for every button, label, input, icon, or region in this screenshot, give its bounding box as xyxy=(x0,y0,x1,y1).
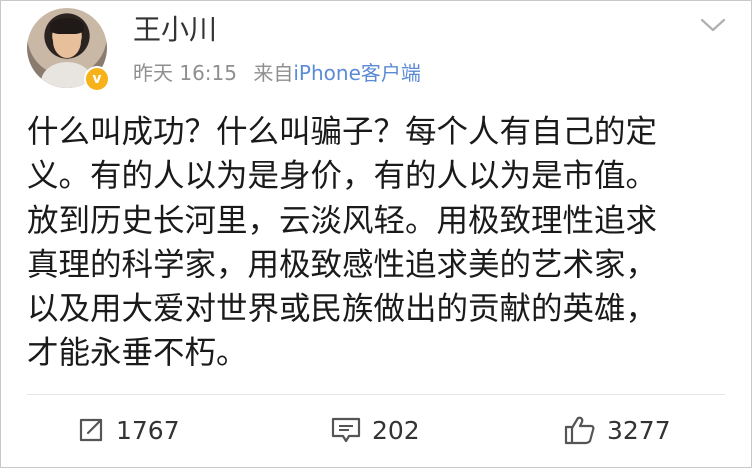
verified-badge-icon: v xyxy=(84,66,110,92)
repost-button[interactable]: 1767 xyxy=(76,410,180,450)
content-line: 义。有的人以为是身价，有的人以为是市值。 xyxy=(27,158,658,195)
author-name[interactable]: 王小川 xyxy=(133,12,217,48)
thumbs-up-icon xyxy=(564,416,595,445)
post-content: 什么叫成功？什么叫骗子？每个人有自己的定 义。有的人以为是身价，有的人以为是市值… xyxy=(27,110,727,376)
comment-icon xyxy=(331,417,361,443)
chevron-down-icon[interactable] xyxy=(700,16,726,34)
content-line: 真理的科学家，用极致感性追求美的艺术家， xyxy=(27,246,658,283)
like-button[interactable]: 3277 xyxy=(563,410,671,450)
content-line: 放到历史长河里，云淡风轻。用极致理性追求 xyxy=(27,202,658,239)
repost-count: 1767 xyxy=(116,415,180,445)
post-meta: 昨天 16:15 来自iPhone客户端 xyxy=(133,60,421,86)
like-count: 3277 xyxy=(607,415,671,445)
divider xyxy=(27,394,725,395)
source-prefix: 来自 xyxy=(253,61,294,85)
post-time: 昨天 16:15 xyxy=(133,61,237,85)
content-line: 才能永垂不朽。 xyxy=(27,335,248,372)
comment-button[interactable]: 202 xyxy=(330,410,420,450)
comment-count: 202 xyxy=(372,415,420,445)
content-line: 以及用大爱对世界或民族做出的贡献的英雄， xyxy=(27,291,658,328)
avatar-hair xyxy=(50,18,84,34)
post-source[interactable]: iPhone客户端 xyxy=(293,61,421,85)
share-icon xyxy=(79,418,103,442)
content-line: 什么叫成功？什么叫骗子？每个人有自己的定 xyxy=(27,114,658,150)
